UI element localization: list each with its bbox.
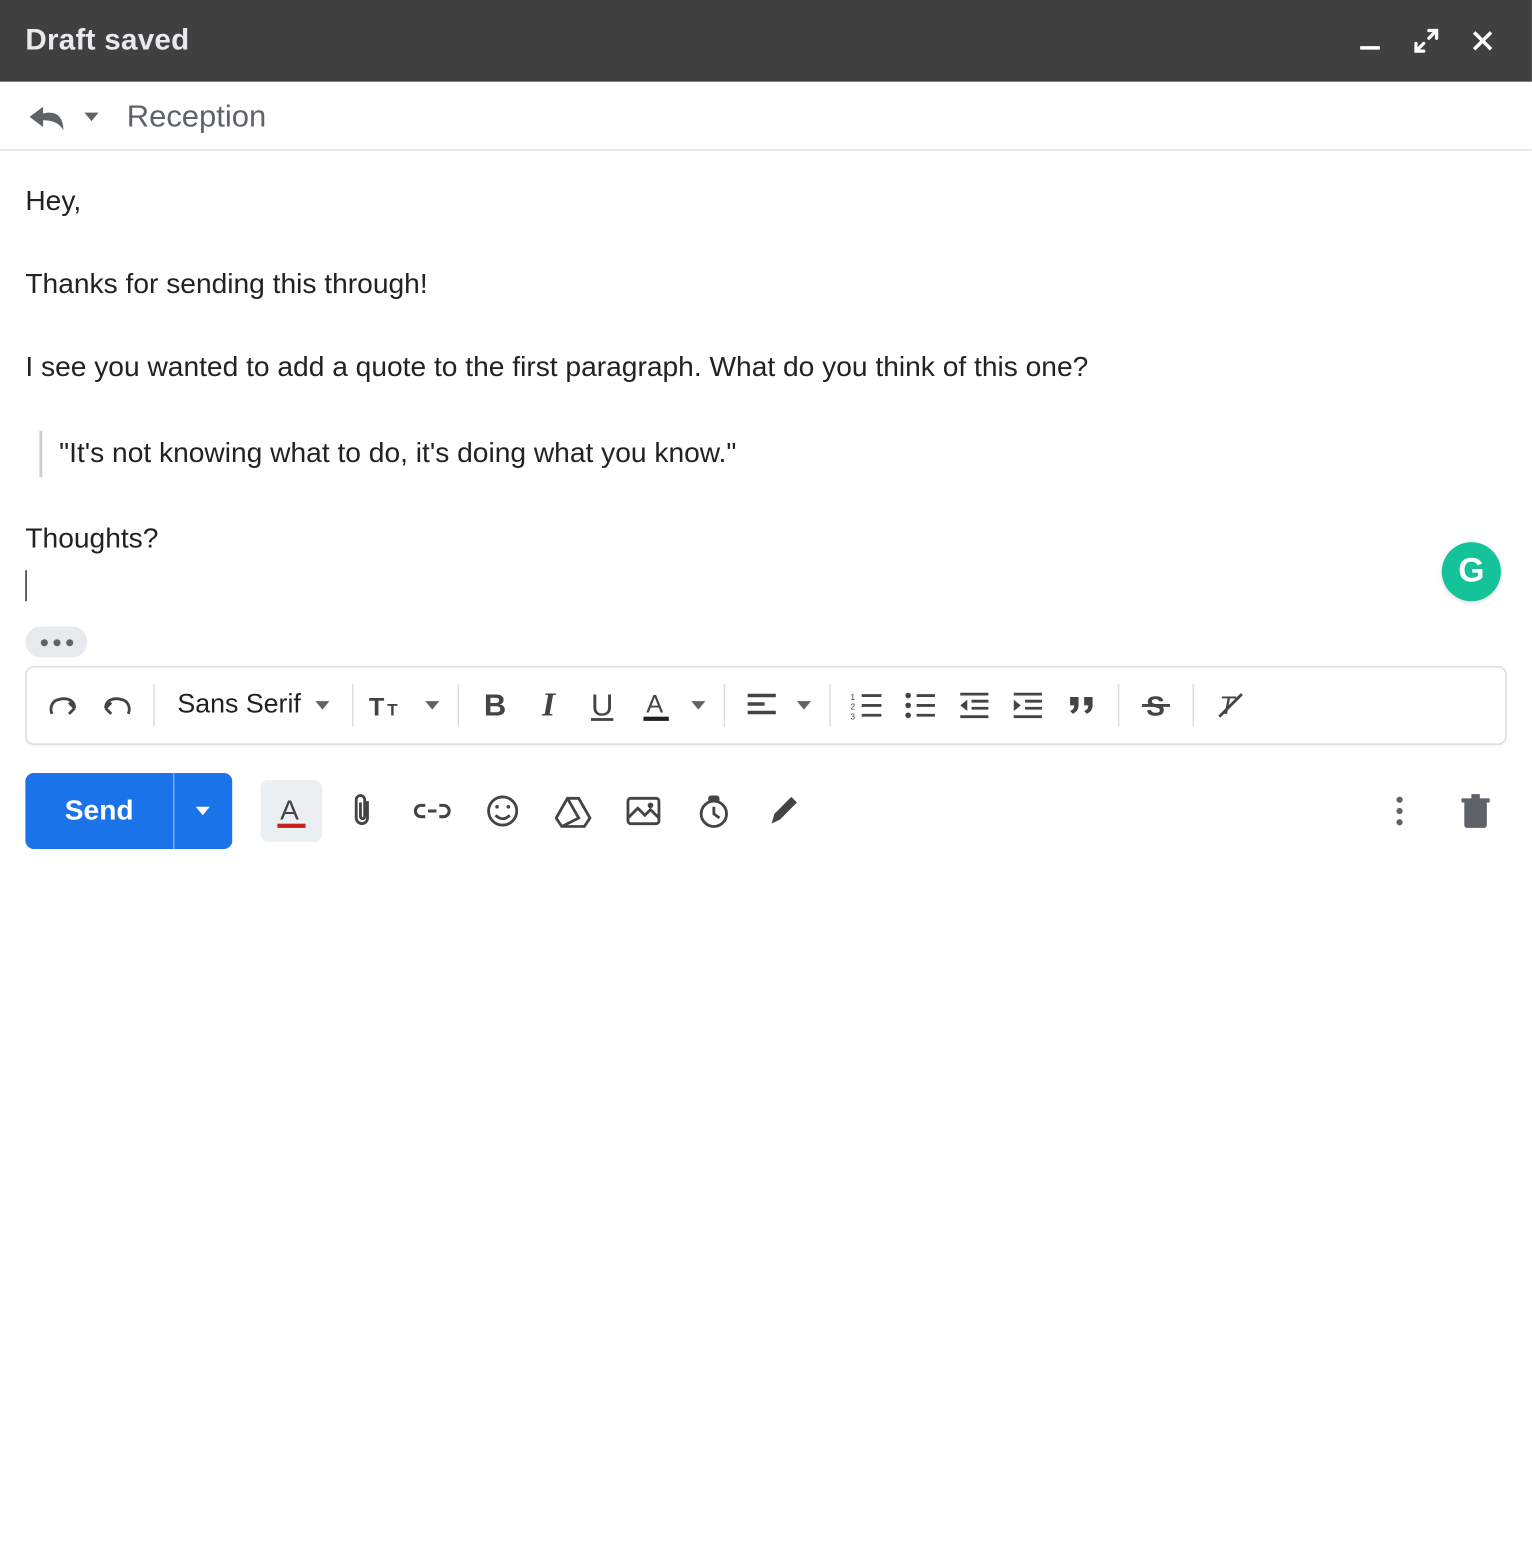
send-button[interactable]: Send	[25, 773, 173, 849]
body-paragraph: Thoughts?	[25, 520, 1506, 561]
discard-draft-button[interactable]	[1445, 780, 1507, 842]
insert-photo-button[interactable]	[612, 780, 674, 842]
indent-more-button[interactable]	[1002, 680, 1053, 731]
body-paragraph: I see you wanted to add a quote to the f…	[25, 348, 1506, 389]
underline-button[interactable]: U	[577, 680, 628, 731]
font-size-button[interactable]: TT	[364, 680, 415, 731]
separator	[829, 684, 830, 726]
svg-text:1: 1	[850, 692, 855, 702]
confidential-mode-button[interactable]	[683, 780, 745, 842]
numbered-list-button[interactable]: 123	[842, 680, 893, 731]
quote-text: "It's not knowing what to do, it's doing…	[59, 438, 736, 469]
subject-row: Reception	[0, 82, 1532, 151]
svg-text:2: 2	[850, 702, 855, 712]
email-body-editor[interactable]: Hey, Thanks for sending this through! I …	[0, 151, 1532, 618]
separator	[153, 684, 154, 726]
chevron-down-icon	[691, 701, 705, 709]
undo-button[interactable]	[38, 680, 89, 731]
chevron-down-icon	[196, 807, 210, 815]
align-dropdown[interactable]	[789, 680, 817, 731]
insert-link-button[interactable]	[401, 780, 463, 842]
align-button[interactable]	[736, 680, 787, 731]
italic-button[interactable]: I	[523, 680, 574, 731]
subject-text: Reception	[127, 99, 267, 136]
svg-text:A: A	[280, 794, 299, 825]
reply-icon[interactable]	[25, 100, 67, 134]
insert-drive-button[interactable]	[542, 780, 604, 842]
formatting-options-button[interactable]: A	[260, 780, 322, 842]
separator	[723, 684, 724, 726]
quote-button[interactable]	[1056, 680, 1107, 731]
separator	[352, 684, 353, 726]
pop-in-icon[interactable]	[1402, 17, 1450, 65]
separator	[1117, 684, 1118, 726]
attach-file-button[interactable]	[331, 780, 393, 842]
separator	[457, 684, 458, 726]
send-options-dropdown[interactable]	[173, 773, 232, 849]
more-options-button[interactable]	[1369, 780, 1431, 842]
bold-button[interactable]: B	[470, 680, 521, 731]
text-color-button[interactable]: A	[630, 680, 681, 731]
insert-emoji-button[interactable]	[472, 780, 534, 842]
strikethrough-button[interactable]: S	[1130, 680, 1181, 731]
chevron-down-icon	[315, 701, 329, 709]
redo-button[interactable]	[92, 680, 143, 731]
insert-signature-button[interactable]	[753, 780, 815, 842]
grammarly-badge[interactable]: G	[1442, 542, 1501, 601]
body-paragraph: Thanks for sending this through!	[25, 265, 1506, 306]
formatting-toolbar: Sans Serif TT B I U A 123 S T	[25, 666, 1506, 745]
font-family-label: Sans Serif	[177, 690, 300, 721]
body-paragraph: Hey,	[25, 182, 1506, 223]
chevron-down-icon	[796, 701, 810, 709]
action-bar: Send A	[0, 745, 1532, 875]
reply-type-dropdown[interactable]	[84, 113, 98, 121]
svg-text:T: T	[387, 700, 398, 719]
svg-text:A: A	[646, 690, 663, 718]
chevron-down-icon	[425, 701, 439, 709]
blockquote: "It's not knowing what to do, it's doing…	[39, 431, 1506, 477]
font-size-dropdown[interactable]	[418, 680, 446, 731]
svg-text:T: T	[368, 693, 384, 721]
send-button-group: Send	[25, 773, 232, 849]
separator	[1192, 684, 1193, 726]
text-color-dropdown[interactable]	[684, 680, 712, 731]
indent-less-button[interactable]	[949, 680, 1000, 731]
minimize-button[interactable]	[1346, 17, 1394, 65]
svg-text:3: 3	[850, 711, 855, 719]
text-cursor	[25, 570, 26, 601]
window-titlebar: Draft saved	[0, 0, 1532, 82]
bulleted-list-button[interactable]	[895, 680, 946, 731]
font-family-select[interactable]: Sans Serif	[166, 690, 340, 721]
show-trimmed-content[interactable]	[25, 627, 87, 658]
window-title: Draft saved	[25, 24, 1337, 58]
close-button[interactable]	[1459, 17, 1507, 65]
chevron-down-icon	[84, 113, 98, 121]
remove-formatting-button[interactable]: T	[1205, 680, 1256, 731]
grammarly-letter: G	[1458, 547, 1484, 596]
